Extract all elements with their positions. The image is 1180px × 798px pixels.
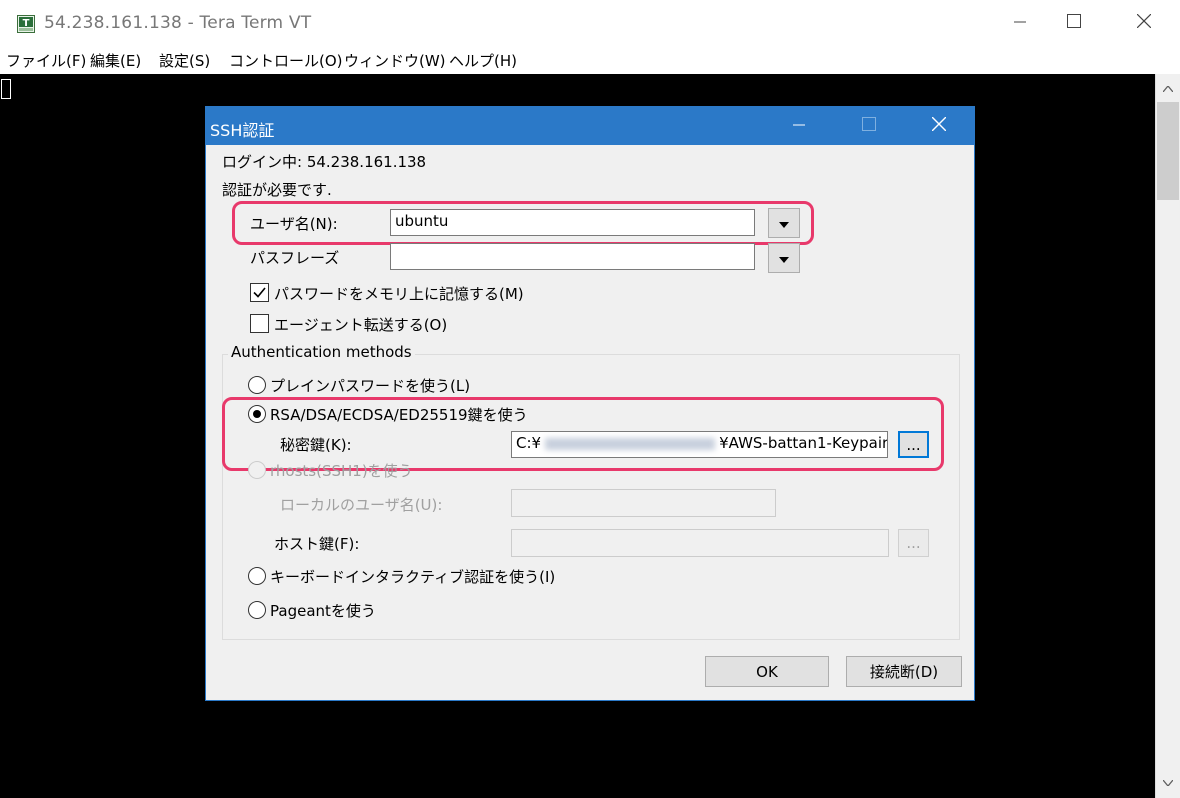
plain-password-label[interactable]: プレインパスワードを使う(L) [270, 375, 470, 396]
maximize-icon [1067, 14, 1081, 32]
checkmark-icon [253, 284, 266, 302]
menu-window[interactable]: ウィンドウ(W) [344, 50, 446, 71]
remember-password-checkbox[interactable] [250, 283, 269, 302]
keyboard-interactive-radio[interactable] [248, 567, 266, 585]
maximize-button[interactable] [1046, 0, 1102, 46]
terminal-cursor [1, 79, 11, 99]
menu-file[interactable]: ファイル(F) [6, 50, 86, 71]
close-icon [931, 116, 947, 135]
window-title: 54.238.161.138 - Tera Term VT [44, 13, 312, 33]
browse-host-key-button: ... [898, 529, 929, 557]
dialog-close-button[interactable] [916, 107, 962, 145]
dialog-minimize-button[interactable] [776, 107, 822, 145]
local-user-label: ローカルのユーザ名(U): [280, 496, 443, 514]
chevron-down-icon [779, 249, 789, 267]
dialog-titlebar: SSH認証 [206, 107, 974, 145]
svg-text:T: T [23, 18, 30, 29]
agent-forward-checkbox[interactable] [250, 314, 269, 333]
username-highlight [232, 201, 814, 245]
host-key-input [511, 529, 889, 557]
maximize-icon [862, 117, 876, 135]
plain-password-radio[interactable] [248, 376, 266, 394]
teraterm-icon: T [17, 15, 35, 33]
menu-bar: ファイル(F) 編集(E) 設定(S) コントロール(O) ウィンドウ(W) ヘ… [0, 46, 1180, 74]
disconnect-button[interactable]: 接続断(D) [846, 656, 962, 687]
pageant-radio[interactable] [248, 601, 266, 619]
dialog-maximize-button [846, 107, 892, 145]
minimize-icon [1014, 14, 1026, 32]
ssh-auth-dialog: SSH認証 ログイン中: 54.238.161.138 認証が必要です. ユーザ… [205, 106, 975, 701]
scroll-down-icon[interactable] [1156, 774, 1180, 792]
dialog-title: SSH認証 [210, 121, 275, 140]
keyboard-interactive-label[interactable]: キーボードインタラクティブ認証を使う(I) [270, 566, 555, 587]
passphrase-input[interactable] [390, 243, 755, 270]
minimize-icon [793, 117, 805, 135]
passphrase-label: パスフレーズ [250, 249, 340, 267]
scroll-thumb[interactable] [1157, 102, 1179, 200]
menu-help[interactable]: ヘルプ(H) [449, 50, 517, 71]
local-user-input [511, 489, 776, 517]
agent-forward-label[interactable]: エージェント転送する(O) [274, 314, 447, 335]
vertical-scrollbar[interactable] [1155, 74, 1180, 798]
close-icon [1136, 13, 1152, 32]
pageant-label[interactable]: Pageantを使う [270, 600, 376, 621]
passphrase-dropdown-button[interactable] [768, 243, 800, 273]
login-status-text: ログイン中: 54.238.161.138 [222, 153, 427, 171]
rhosts-label: rhosts(SSH1)を使う [270, 462, 413, 480]
scroll-up-icon[interactable] [1156, 80, 1180, 98]
menu-control[interactable]: コントロール(O) [229, 50, 343, 71]
minimize-button[interactable] [992, 0, 1048, 46]
auth-methods-label: Authentication methods [228, 343, 415, 361]
menu-edit[interactable]: 編集(E) [90, 50, 141, 71]
close-button[interactable] [1116, 0, 1172, 46]
menu-setup[interactable]: 設定(S) [159, 50, 210, 71]
window-titlebar: T 54.238.161.138 - Tera Term VT [0, 0, 1180, 46]
host-key-label: ホスト鍵(F): [274, 535, 360, 553]
ok-button[interactable]: OK [705, 656, 829, 687]
rhosts-radio [248, 461, 266, 479]
auth-required-text: 認証が必要です. [222, 181, 332, 199]
remember-password-label[interactable]: パスワードをメモリ上に記憶する(M) [274, 283, 524, 304]
